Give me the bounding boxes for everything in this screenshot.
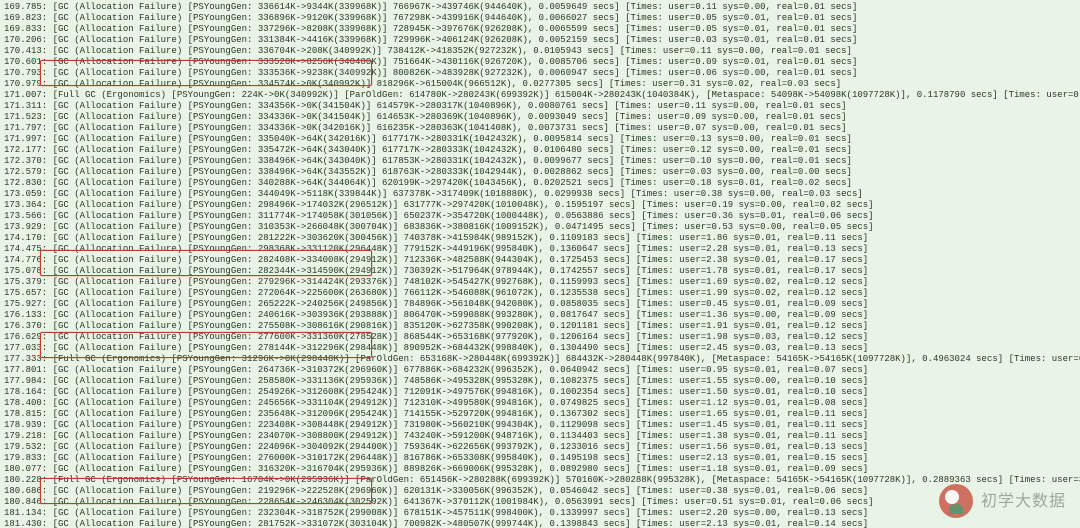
log-line: 180.686: [GC (Allocation Failure) [PSYou…	[4, 486, 1076, 497]
log-line: 172.579: [GC (Allocation Failure) [PSYou…	[4, 167, 1076, 178]
log-line: 179.218: [GC (Allocation Failure) [PSYou…	[4, 431, 1076, 442]
watermark-label: 初学大数据	[981, 496, 1066, 507]
log-line: 171.007: [Full GC (Ergonomics) [PSYoungG…	[4, 90, 1076, 101]
log-line: 173.364: [GC (Allocation Failure) [PSYou…	[4, 200, 1076, 211]
log-line: 171.997: [GC (Allocation Failure) [PSYou…	[4, 134, 1076, 145]
log-line: 169.785: [GC (Allocation Failure) [PSYou…	[4, 2, 1076, 13]
log-line: 181.134: [GC (Allocation Failure) [PSYou…	[4, 508, 1076, 519]
log-line: 178.400: [GC (Allocation Failure) [PSYou…	[4, 398, 1076, 409]
log-line: 174.475: [GC (Allocation Failure) [PSYou…	[4, 244, 1076, 255]
log-line: 171.523: [GC (Allocation Failure) [PSYou…	[4, 112, 1076, 123]
log-line: 173.929: [GC (Allocation Failure) [PSYou…	[4, 222, 1076, 233]
log-line: 170.979: [GC (Allocation Failure) [PSYou…	[4, 79, 1076, 90]
log-line: 170.601: [GC (Allocation Failure) [PSYou…	[4, 57, 1076, 68]
log-line: 178.939: [GC (Allocation Failure) [PSYou…	[4, 420, 1076, 431]
log-line: 172.177: [GC (Allocation Failure) [PSYou…	[4, 145, 1076, 156]
gc-log-console: 169.785: [GC (Allocation Failure) [PSYou…	[0, 0, 1080, 528]
log-line: 169.833: [GC (Allocation Failure) [PSYou…	[4, 24, 1076, 35]
log-line: 179.532: [GC (Allocation Failure) [PSYou…	[4, 442, 1076, 453]
log-line: 170.793: [GC (Allocation Failure) [PSYou…	[4, 68, 1076, 79]
log-line: 172.830: [GC (Allocation Failure) [PSYou…	[4, 178, 1076, 189]
log-line: 178.164: [GC (Allocation Failure) [PSYou…	[4, 387, 1076, 398]
log-line: 173.059: [GC (Allocation Failure) [PSYou…	[4, 189, 1076, 200]
log-line: 170.206: [GC (Allocation Failure) [PSYou…	[4, 35, 1076, 46]
log-line: 180.228: [Full GC (Ergonomics) [PSYoungG…	[4, 475, 1076, 486]
log-line: 175.379: [GC (Allocation Failure) [PSYou…	[4, 277, 1076, 288]
log-line: 175.927: [GC (Allocation Failure) [PSYou…	[4, 299, 1076, 310]
log-line: 180.846: [GC (Allocation Failure) [PSYou…	[4, 497, 1076, 508]
log-line: 170.413: [GC (Allocation Failure) [PSYou…	[4, 46, 1076, 57]
log-line: 173.566: [GC (Allocation Failure) [PSYou…	[4, 211, 1076, 222]
log-line: 175.657: [GC (Allocation Failure) [PSYou…	[4, 288, 1076, 299]
log-line: 177.033: [GC (Allocation Failure) [PSYou…	[4, 343, 1076, 354]
log-line: 171.311: [GC (Allocation Failure) [PSYou…	[4, 101, 1076, 112]
log-line: 174.170: [GC (Allocation Failure) [PSYou…	[4, 233, 1076, 244]
log-line: 172.370: [GC (Allocation Failure) [PSYou…	[4, 156, 1076, 167]
log-lines-container: 169.785: [GC (Allocation Failure) [PSYou…	[4, 2, 1076, 528]
log-line: 175.078: [GC (Allocation Failure) [PSYou…	[4, 266, 1076, 277]
log-line: 169.823: [GC (Allocation Failure) [PSYou…	[4, 13, 1076, 24]
log-line: 178.815: [GC (Allocation Failure) [PSYou…	[4, 409, 1076, 420]
log-line: 177.333: [Full GC (Ergonomics) [PSYoungG…	[4, 354, 1076, 365]
log-line: 179.833: [GC (Allocation Failure) [PSYou…	[4, 453, 1076, 464]
log-line: 180.077: [GC (Allocation Failure) [PSYou…	[4, 464, 1076, 475]
log-line: 176.629: [GC (Allocation Failure) [PSYou…	[4, 332, 1076, 343]
log-line: 177.801: [GC (Allocation Failure) [PSYou…	[4, 365, 1076, 376]
watermark-logo-icon	[939, 484, 973, 518]
log-line: 176.370: [GC (Allocation Failure) [PSYou…	[4, 321, 1076, 332]
watermark: 初学大数据	[939, 484, 1066, 518]
log-line: 174.776: [GC (Allocation Failure) [PSYou…	[4, 255, 1076, 266]
log-line: 176.133: [GC (Allocation Failure) [PSYou…	[4, 310, 1076, 321]
log-line: 177.984: [GC (Allocation Failure) [PSYou…	[4, 376, 1076, 387]
log-line: 181.430: [GC (Allocation Failure) [PSYou…	[4, 519, 1076, 528]
log-line: 171.797: [GC (Allocation Failure) [PSYou…	[4, 123, 1076, 134]
